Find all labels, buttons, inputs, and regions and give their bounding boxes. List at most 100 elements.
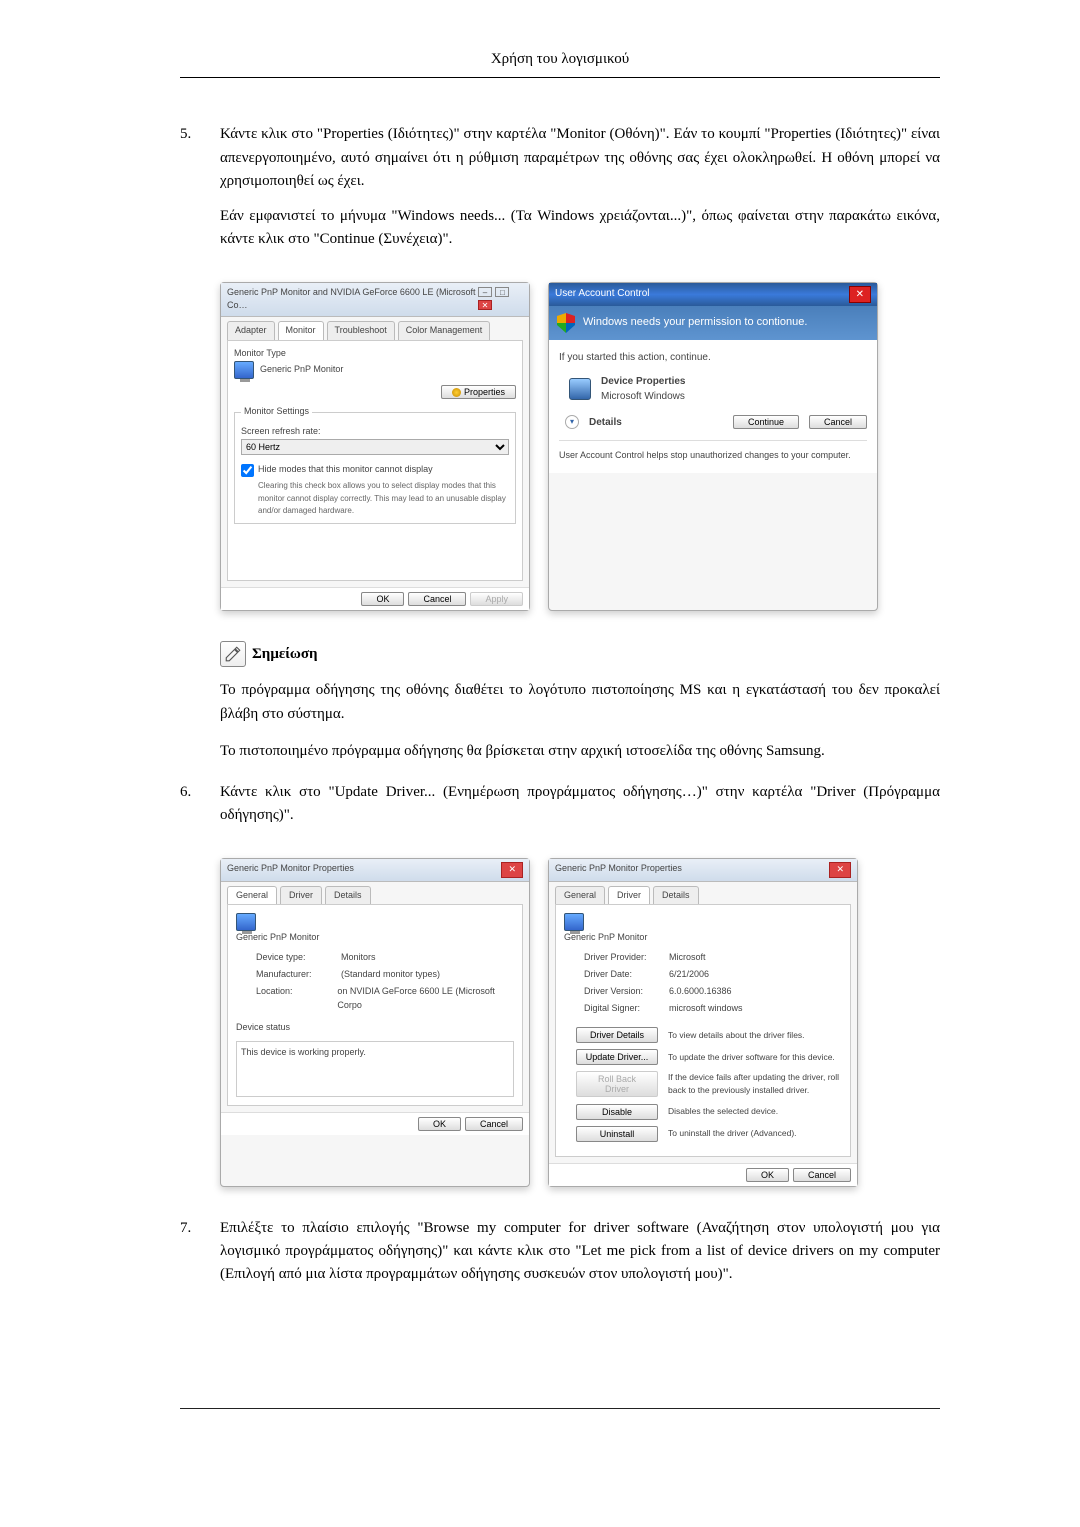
cancel-button[interactable]: Cancel xyxy=(809,415,867,429)
driver-version-value: 6.0.6000.16386 xyxy=(669,985,732,999)
monitor-settings-legend: Monitor Settings xyxy=(241,405,312,419)
note-block: Σημείωση Το πρόγραμμα οδήγησης της οθόνη… xyxy=(220,641,940,763)
tab-troubleshoot[interactable]: Troubleshoot xyxy=(327,321,395,340)
ok-button[interactable]: OK xyxy=(746,1168,789,1182)
uac-message-bar: Windows needs your permission to contion… xyxy=(549,306,877,340)
tab-details[interactable]: Details xyxy=(653,886,699,905)
cancel-button[interactable]: Cancel xyxy=(793,1168,851,1182)
cancel-button[interactable]: Cancel xyxy=(408,592,466,606)
hide-modes-checkbox[interactable] xyxy=(241,464,254,477)
uac-item-title: Device Properties xyxy=(601,374,686,390)
step-number: 5. xyxy=(180,123,220,263)
continue-button[interactable]: Continue xyxy=(733,415,799,429)
uac-titlebar: User Account Control ✕ xyxy=(549,283,877,307)
driver-provider-value: Microsoft xyxy=(669,951,706,965)
note-label: Σημείωση xyxy=(252,643,318,666)
tab-driver[interactable]: Driver xyxy=(280,886,322,905)
location-value: on NVIDIA GeForce 6600 LE (Microsoft Cor… xyxy=(337,985,514,1013)
properties-button[interactable]: Properties xyxy=(441,385,516,399)
dialog-title: Generic PnP Monitor and NVIDIA GeForce 6… xyxy=(227,286,477,314)
uac-message: Windows needs your permission to contion… xyxy=(583,314,807,331)
uac-body: If you started this action, continue. De… xyxy=(549,340,877,473)
figures-row-1: Generic PnP Monitor and NVIDIA GeForce 6… xyxy=(220,282,940,612)
uac-dialog: User Account Control ✕ Windows needs you… xyxy=(548,282,878,612)
ok-button[interactable]: OK xyxy=(418,1117,461,1131)
uninstall-button[interactable]: Uninstall xyxy=(576,1126,658,1142)
device-status-label: Device status xyxy=(236,1021,514,1035)
tab-details[interactable]: Details xyxy=(325,886,371,905)
driver-details-desc: To view details about the driver files. xyxy=(668,1029,842,1042)
manufacturer-value: (Standard monitor types) xyxy=(341,968,440,982)
close-icon[interactable]: ✕ xyxy=(478,300,492,310)
update-driver-desc: To update the driver software for this d… xyxy=(668,1051,842,1064)
dialog-body: Monitor Type Generic PnP Monitor Propert… xyxy=(227,340,523,581)
step-7: 7. Επιλέξτε το πλαίσιο επιλογής "Browse … xyxy=(180,1217,940,1299)
device-type-value: Monitors xyxy=(341,951,376,965)
rollback-driver-desc: If the device fails after updating the d… xyxy=(668,1071,842,1097)
monitor-icon xyxy=(236,913,256,931)
driver-version-label: Driver Version: xyxy=(584,985,669,999)
pencil-icon xyxy=(220,641,246,667)
apply-button: Apply xyxy=(470,592,523,606)
tab-driver[interactable]: Driver xyxy=(608,886,650,905)
monitor-icon xyxy=(564,913,584,931)
dialog-titlebar: Generic PnP Monitor Properties ✕ xyxy=(221,859,529,882)
hide-modes-desc: Clearing this check box allows you to se… xyxy=(258,480,509,517)
tab-monitor[interactable]: Monitor xyxy=(278,321,324,340)
close-icon[interactable]: ✕ xyxy=(501,862,523,878)
monitor-properties-dialog: Generic PnP Monitor and NVIDIA GeForce 6… xyxy=(220,282,530,612)
step-body: Κάντε κλικ στο "Update Driver... (Ενημέρ… xyxy=(220,781,940,840)
monitor-name: Generic PnP Monitor xyxy=(236,931,514,945)
maximize-icon[interactable]: □ xyxy=(495,287,509,297)
rollback-driver-button: Roll Back Driver xyxy=(576,1071,658,1097)
driver-details-button[interactable]: Driver Details xyxy=(576,1027,658,1043)
step-6-p1: Κάντε κλικ στο "Update Driver... (Ενημέρ… xyxy=(220,781,940,828)
tab-general[interactable]: General xyxy=(555,886,605,905)
uac-title-text: User Account Control xyxy=(555,286,650,304)
uac-footer-note: User Account Control helps stop unauthor… xyxy=(559,440,867,463)
digital-signer-value: microsoft windows xyxy=(669,1002,743,1016)
tab-general[interactable]: General xyxy=(227,886,277,905)
device-type-label: Device type: xyxy=(256,951,341,965)
cancel-button[interactable]: Cancel xyxy=(465,1117,523,1131)
monitor-icon xyxy=(234,361,254,379)
tab-adapter[interactable]: Adapter xyxy=(227,321,275,340)
uac-item-publisher: Microsoft Windows xyxy=(601,389,686,405)
driver-provider-label: Driver Provider: xyxy=(584,951,669,965)
dialog-footer: OK Cancel Apply xyxy=(221,587,529,610)
dialog-titlebar: Generic PnP Monitor Properties ✕ xyxy=(549,859,857,882)
step-6: 6. Κάντε κλικ στο "Update Driver... (Ενη… xyxy=(180,781,940,840)
uac-details-label[interactable]: Details xyxy=(589,415,622,431)
refresh-rate-label: Screen refresh rate: xyxy=(241,425,509,439)
figures-row-2: Generic PnP Monitor Properties ✕ General… xyxy=(220,858,940,1187)
step-5: 5. Κάντε κλικ στο "Properties (Ιδιότητες… xyxy=(180,123,940,263)
window-buttons: – □ ✕ xyxy=(477,286,523,314)
dialog-title: Generic PnP Monitor Properties xyxy=(555,862,682,878)
monitor-settings-group: Monitor Settings Screen refresh rate: 60… xyxy=(234,405,516,524)
ok-button[interactable]: OK xyxy=(361,592,404,606)
driver-date-label: Driver Date: xyxy=(584,968,669,982)
chevron-down-icon[interactable]: ▾ xyxy=(565,415,579,429)
note-p1: Το πρόγραμμα οδήγησης της οθόνης διαθέτε… xyxy=(220,679,940,726)
refresh-rate-select[interactable]: 60 Hertz xyxy=(241,439,509,455)
close-icon[interactable]: ✕ xyxy=(829,862,851,878)
step-7-p1: Επιλέξτε το πλαίσιο επιλογής "Browse my … xyxy=(220,1217,940,1287)
program-icon xyxy=(569,378,591,400)
monitor-props-general-dialog: Generic PnP Monitor Properties ✕ General… xyxy=(220,858,530,1187)
update-driver-button[interactable]: Update Driver... xyxy=(576,1049,658,1065)
hide-modes-label: Hide modes that this monitor cannot disp… xyxy=(258,463,509,477)
close-icon[interactable]: ✕ xyxy=(849,286,871,304)
page-footer-rule xyxy=(180,1408,940,1409)
minimize-icon[interactable]: – xyxy=(478,287,492,297)
manufacturer-label: Manufacturer: xyxy=(256,968,341,982)
step-body: Κάντε κλικ στο "Properties (Ιδιότητες)" … xyxy=(220,123,940,263)
tab-color-mgmt[interactable]: Color Management xyxy=(398,321,491,340)
shield-icon xyxy=(557,313,575,333)
location-label: Location: xyxy=(256,985,337,1013)
monitor-type-label: Monitor Type xyxy=(234,347,516,361)
uninstall-desc: To uninstall the driver (Advanced). xyxy=(668,1127,842,1140)
step-5-p1: Κάντε κλικ στο "Properties (Ιδιότητες)" … xyxy=(220,123,940,193)
monitor-props-driver-dialog: Generic PnP Monitor Properties ✕ General… xyxy=(548,858,858,1187)
disable-button[interactable]: Disable xyxy=(576,1104,658,1120)
step-body: Επιλέξτε το πλαίσιο επιλογής "Browse my … xyxy=(220,1217,940,1299)
